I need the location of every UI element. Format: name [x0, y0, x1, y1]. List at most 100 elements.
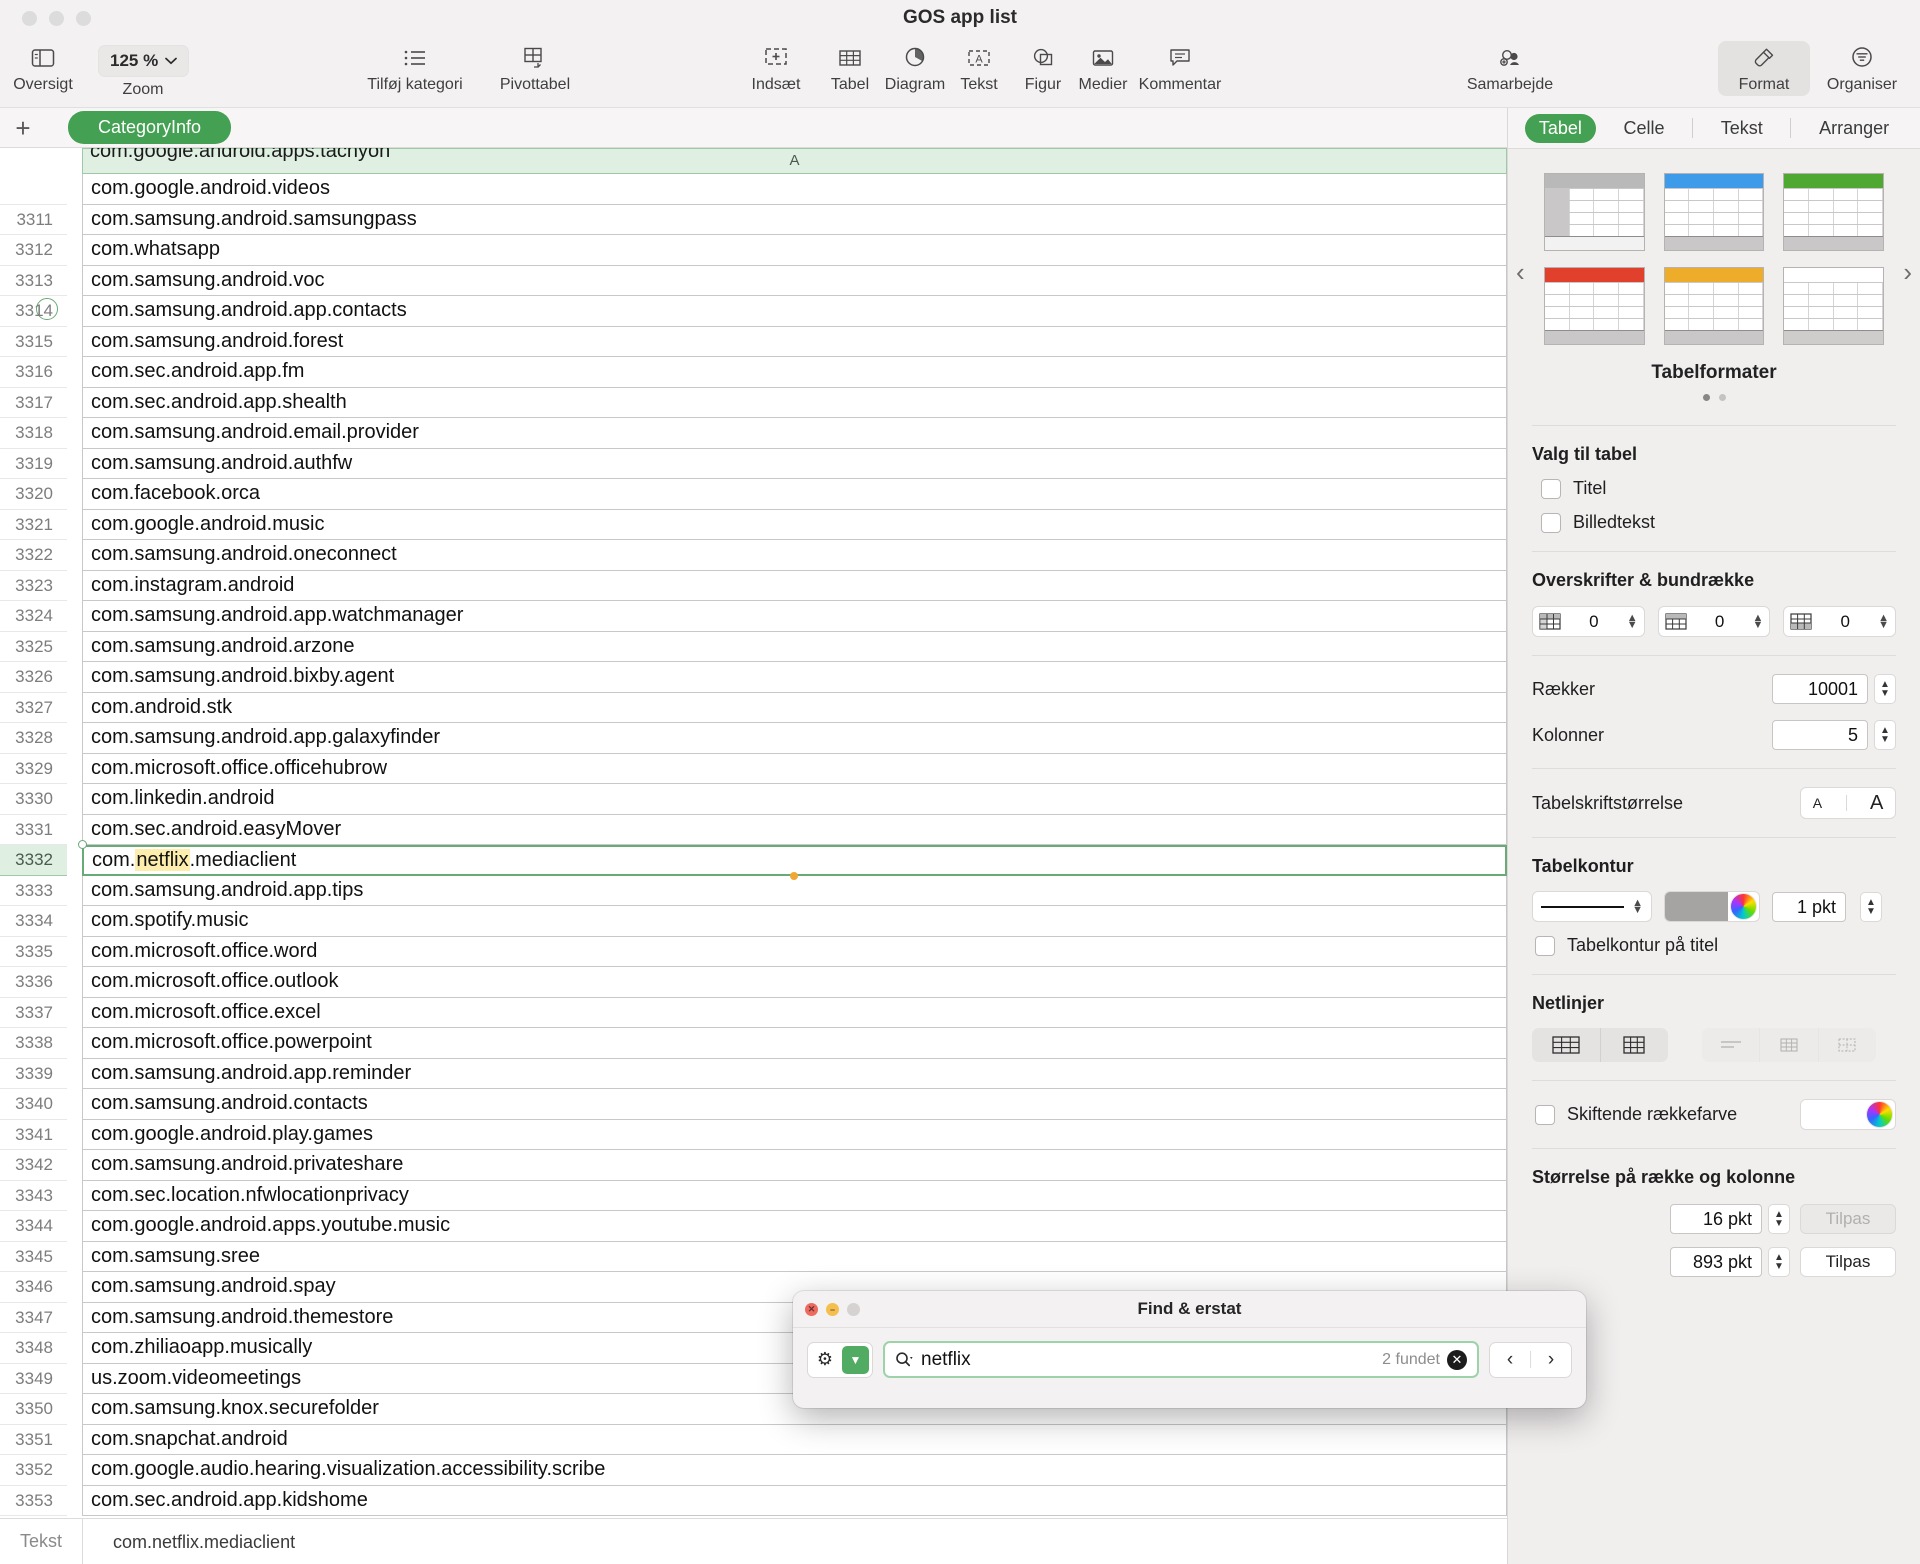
row-fit-button[interactable]: Tilpas — [1800, 1204, 1896, 1234]
cell-value[interactable]: com.sec.android.app.fm — [82, 357, 1507, 388]
toolbar-button-organiser[interactable]: Organiser — [1812, 41, 1912, 94]
rows-input[interactable]: 10001 — [1772, 674, 1868, 704]
cell-value[interactable]: com.samsung.android.app.galaxyfinder — [82, 723, 1507, 754]
find-minimize-button[interactable]: − — [826, 1303, 839, 1316]
gear-icon[interactable]: ⚙ — [808, 1349, 842, 1370]
toolbar-button-pivottabel[interactable]: Pivottabel — [480, 41, 590, 94]
table-row[interactable]: 3321 com.google.android.music — [0, 509, 1507, 540]
grid-dash-2-icon[interactable] — [1760, 1028, 1819, 1062]
table-row[interactable]: 3334 com.spotify.music — [0, 906, 1507, 937]
cell-value[interactable]: com.facebook.orca — [82, 479, 1507, 510]
row-number[interactable]: 3343 — [0, 1181, 67, 1211]
table-style-grid[interactable] — [1544, 173, 1884, 345]
row-height-spinner[interactable]: ▲ ▼ — [1768, 1204, 1790, 1234]
table-row[interactable]: 3330 com.linkedin.android — [0, 784, 1507, 815]
find-settings-group[interactable]: ⚙ ▼ — [807, 1341, 873, 1378]
row-number[interactable]: 3333 — [0, 876, 67, 906]
table-row[interactable]: 3331 com.sec.android.easyMover — [0, 814, 1507, 845]
stepper-arrows[interactable]: ▲ ▼ — [1627, 612, 1638, 630]
row-number[interactable]: 3346 — [0, 1272, 67, 1303]
col-width-input[interactable]: 893 pkt — [1670, 1247, 1762, 1277]
alt-row-color-well[interactable] — [1800, 1099, 1896, 1130]
grid-dash-3-icon[interactable] — [1819, 1028, 1876, 1062]
table-row[interactable]: 3339 com.samsung.android.app.reminder — [0, 1058, 1507, 1089]
sheet-tab-categoryinfo[interactable]: CategoryInfo — [68, 111, 232, 144]
line-style-arrows[interactable]: ▲ ▼ — [1632, 897, 1643, 915]
checkbox-billedtekst[interactable]: Billedtekst — [1532, 512, 1896, 533]
find-next-button[interactable]: › — [1531, 1349, 1571, 1371]
table-row[interactable]: 3325 com.samsung.android.arzone — [0, 631, 1507, 662]
tab-tekst[interactable]: Tekst — [1707, 114, 1777, 143]
gridlines-group-1[interactable] — [1532, 1028, 1668, 1062]
styles-page-dots[interactable] — [1544, 394, 1884, 401]
cell-value[interactable]: com.microsoft.office.word — [82, 936, 1507, 967]
font-size-increase-button[interactable]: A — [1870, 792, 1883, 815]
grid-dash-1-icon[interactable] — [1702, 1028, 1761, 1062]
cell-value[interactable]: com.android.stk — [82, 692, 1507, 723]
row-number[interactable]: 3315 — [0, 327, 67, 357]
row-number[interactable]: 3319 — [0, 449, 67, 479]
styles-prev-icon[interactable]: ‹ — [1516, 257, 1525, 288]
row-number[interactable] — [0, 174, 67, 205]
table-style-thumbnail[interactable] — [1783, 267, 1884, 345]
page-dot[interactable] — [1718, 394, 1726, 401]
table-row[interactable]: 3344 com.google.android.apps.youtube.musi… — [0, 1211, 1507, 1242]
table-row[interactable]: 3340 com.samsung.android.contacts — [0, 1089, 1507, 1120]
cell-value[interactable]: com.samsung.android.app.watchmanager — [82, 601, 1507, 632]
cell-value[interactable]: com.samsung.android.forest — [82, 326, 1507, 357]
page-dot[interactable] — [1702, 394, 1710, 401]
table-row[interactable]: 3320 com.facebook.orca — [0, 479, 1507, 510]
table-row[interactable]: 3323 com.instagram.android — [0, 570, 1507, 601]
cell-value[interactable]: com.google.android.play.games — [82, 1119, 1507, 1150]
row-number[interactable]: 3335 — [0, 937, 67, 967]
table-row[interactable]: 3342 com.samsung.android.privateshare — [0, 1150, 1507, 1181]
clear-search-icon[interactable]: ✕ — [1447, 1349, 1467, 1370]
row-number[interactable]: 3320 — [0, 479, 67, 510]
cell-value[interactable]: com.snapchat.android — [82, 1424, 1507, 1455]
table-style-thumbnail[interactable] — [1544, 173, 1645, 251]
row-number[interactable]: 3345 — [0, 1242, 67, 1272]
find-previous-button[interactable]: ‹ — [1490, 1349, 1530, 1371]
cell-value[interactable]: com.google.audio.hearing.visualization.a… — [82, 1455, 1507, 1486]
row-number[interactable]: 3323 — [0, 571, 67, 601]
table-row[interactable]: 3318 com.samsung.android.email.provider — [0, 418, 1507, 449]
cell-value[interactable]: com.sec.android.easyMover — [82, 814, 1507, 845]
table-row[interactable]: 3329 com.microsoft.office.officehubrow — [0, 753, 1507, 784]
row-number[interactable]: 3353 — [0, 1486, 67, 1516]
stepper-arrows[interactable]: ▲ ▼ — [1752, 612, 1763, 630]
row-number[interactable]: 3349 — [0, 1364, 67, 1394]
table-style-thumbnail[interactable] — [1783, 173, 1884, 251]
header-columns-stepper[interactable]: 0 ▲ ▼ — [1657, 606, 1771, 637]
row-number[interactable]: 3342 — [0, 1150, 67, 1181]
chevron-down-icon[interactable]: ▼ — [842, 1345, 869, 1374]
table-row[interactable]: 3324 com.samsung.android.app.watchmanager — [0, 601, 1507, 632]
toolbar-button-oversigt[interactable]: Oversigt — [0, 41, 98, 94]
row-number[interactable]: 3329 — [0, 754, 67, 784]
row-number[interactable]: 3344 — [0, 1211, 67, 1242]
table-row[interactable]: 3345 com.samsung.sree — [0, 1241, 1507, 1272]
col-width-spinner[interactable]: ▲ ▼ — [1768, 1247, 1790, 1277]
row-number[interactable]: 3326 — [0, 662, 67, 693]
table-row[interactable]: 3326 com.samsung.android.bixby.agent — [0, 662, 1507, 693]
row-number[interactable]: 3322 — [0, 540, 67, 571]
row-number[interactable]: 3340 — [0, 1089, 67, 1120]
checkbox-tabelkontur-paa-titel[interactable]: Tabelkontur på titel — [1532, 935, 1896, 956]
table-row[interactable]: 3343 com.sec.location.nfwlocationprivacy — [0, 1180, 1507, 1211]
row-number[interactable]: 3313 — [0, 266, 67, 296]
search-query[interactable]: netflix — [921, 1349, 1375, 1371]
row-number[interactable]: 3325 — [0, 632, 67, 662]
cell-value[interactable]: com.samsung.android.samsungpass — [82, 204, 1507, 235]
line-style-select[interactable]: ▲ ▼ — [1532, 891, 1652, 922]
row-number[interactable]: 3314 — [0, 296, 67, 327]
color-swatch[interactable] — [1665, 892, 1728, 921]
row-number[interactable]: 3330 — [0, 784, 67, 815]
table-row[interactable]: 3352 com.google.audio.hearing.visualizati… — [0, 1455, 1507, 1486]
zoom-dropdown[interactable]: 125 % — [98, 45, 190, 77]
row-number[interactable]: 3347 — [0, 1303, 67, 1333]
checkbox-titel[interactable]: Titel — [1532, 478, 1896, 499]
row-number[interactable]: 3338 — [0, 1028, 67, 1059]
col-fit-button[interactable]: Tilpas — [1800, 1247, 1896, 1277]
cell-value[interactable]: com.instagram.android — [82, 570, 1507, 601]
row-number[interactable]: 3328 — [0, 723, 67, 754]
cell-value[interactable]: com.microsoft.office.outlook — [82, 967, 1507, 998]
